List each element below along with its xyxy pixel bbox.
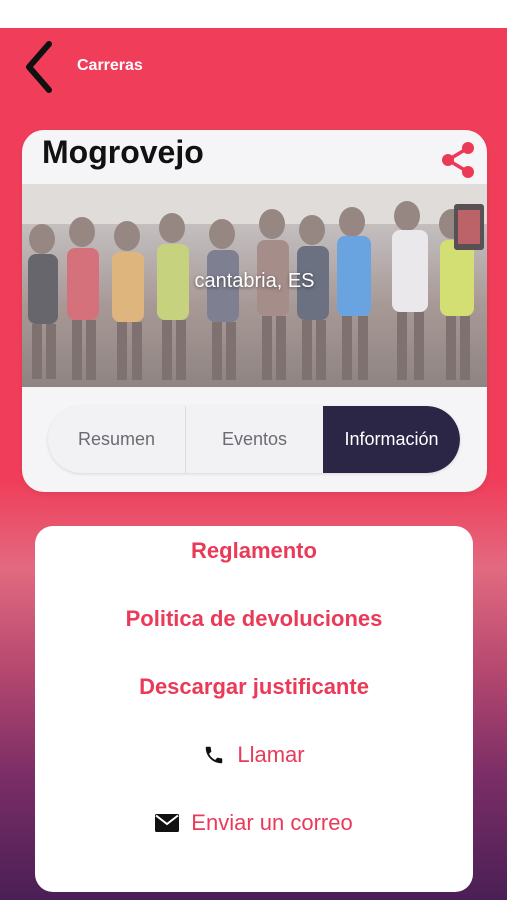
status-bar <box>0 0 507 28</box>
chevron-left-icon <box>26 41 52 93</box>
race-title: Mogrovejo <box>42 134 204 170</box>
nav-bar: Carreras <box>0 28 507 104</box>
tab-resumen[interactable]: Resumen <box>48 406 185 473</box>
race-photo: cantabria, ES <box>22 184 487 387</box>
refund-policy-label: Politica de devoluciones <box>125 606 383 631</box>
back-button[interactable] <box>14 40 62 94</box>
refund-policy-link[interactable]: Politica de devoluciones <box>35 606 473 632</box>
reglamento-label: Reglamento <box>191 538 317 563</box>
tab-informacion[interactable]: Información <box>323 406 460 473</box>
info-card: Reglamento Politica de devoluciones Desc… <box>35 526 473 892</box>
email-label: Enviar un correo <box>191 810 353 835</box>
email-button[interactable]: Enviar un correo <box>35 810 473 836</box>
share-icon <box>442 142 474 178</box>
tab-bar: Resumen Eventos Información <box>48 406 460 473</box>
download-certificate-link[interactable]: Descargar justificante <box>35 674 473 700</box>
tab-eventos[interactable]: Eventos <box>185 406 323 473</box>
share-button[interactable] <box>436 138 480 182</box>
race-detail-screen: Carreras Mogrovejo cantabria, ES Resumen… <box>0 28 507 900</box>
race-location: cantabria, ES <box>194 270 315 292</box>
race-card: Mogrovejo cantabria, ES Resumen Eventos … <box>22 130 487 492</box>
phone-icon <box>203 744 225 766</box>
nav-title: Carreras <box>77 57 143 74</box>
download-certificate-label: Descargar justificante <box>139 674 369 699</box>
reglamento-link[interactable]: Reglamento <box>35 538 473 564</box>
envelope-icon <box>155 814 180 832</box>
call-button[interactable]: Llamar <box>35 742 473 768</box>
call-label: Llamar <box>237 742 305 767</box>
